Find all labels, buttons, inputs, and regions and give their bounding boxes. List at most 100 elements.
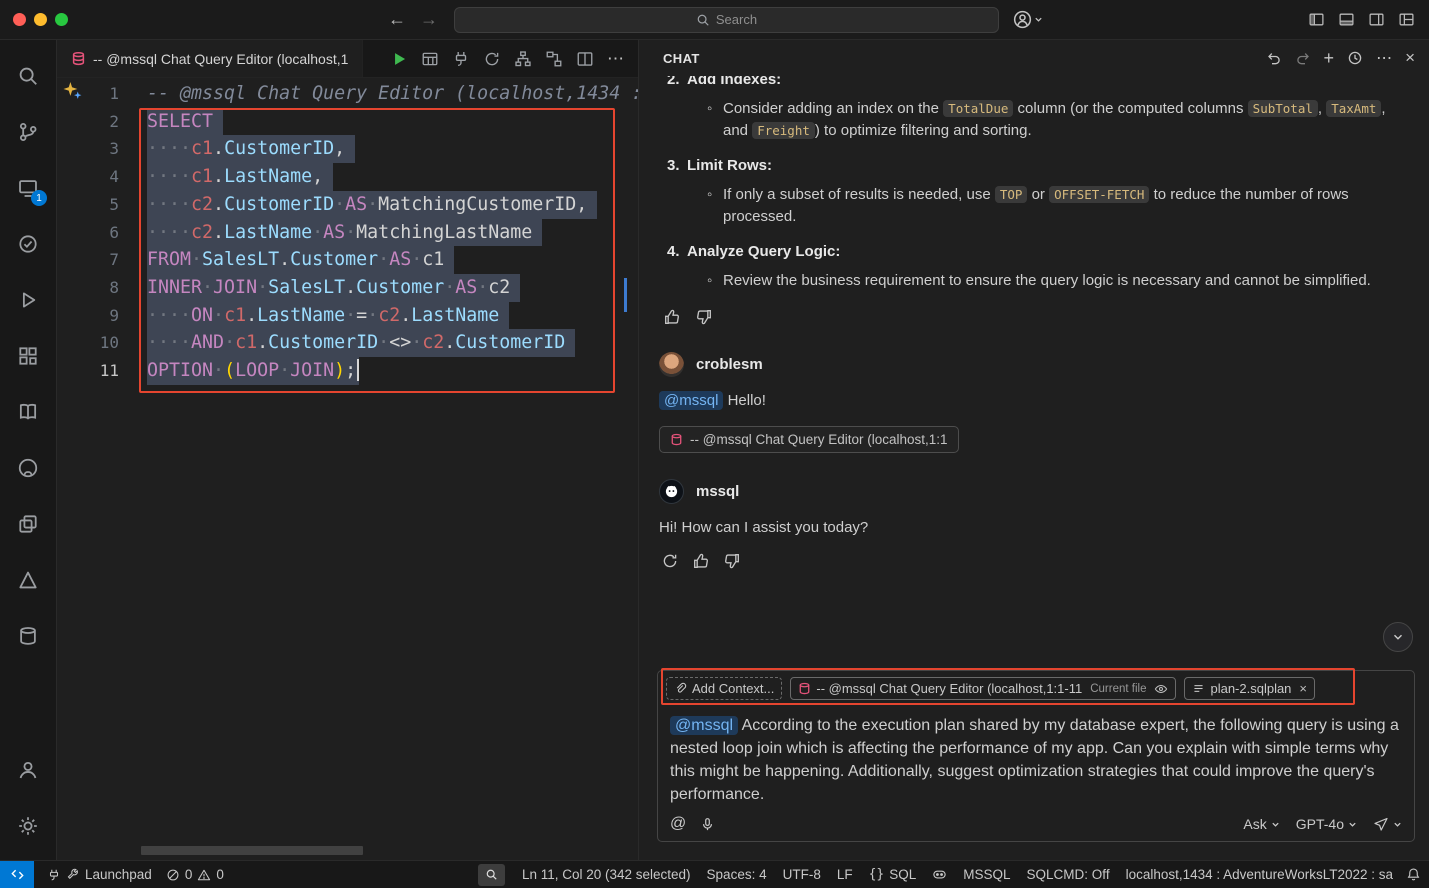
thumbs-down-icon[interactable] xyxy=(695,308,713,326)
text-cursor xyxy=(357,359,359,381)
eye-icon[interactable] xyxy=(1154,682,1168,696)
sidebar-item-source-control[interactable] xyxy=(6,110,50,154)
add-context-button[interactable]: Add Context... xyxy=(666,677,782,700)
launchpad-item[interactable]: Launchpad xyxy=(40,867,159,882)
sidebar-item-containers[interactable] xyxy=(6,502,50,546)
microphone-icon[interactable] xyxy=(700,817,715,832)
line-number[interactable]: 2 xyxy=(57,108,119,136)
connection-status-item[interactable]: localhost,1434 : AdventureWorksLT2022 : … xyxy=(1119,867,1400,882)
sidebar-item-run-debug[interactable] xyxy=(6,278,50,322)
settings-button[interactable] xyxy=(6,804,50,848)
new-chat-icon[interactable]: + xyxy=(1324,51,1335,65)
sidebar-item-github[interactable] xyxy=(6,446,50,490)
line-number[interactable]: 10 xyxy=(57,329,119,357)
thumbs-down-icon[interactable] xyxy=(723,552,741,570)
code-line[interactable]: 3····c1.CustomerID, xyxy=(57,135,638,163)
code-line[interactable]: 10····AND·c1.CustomerID·<>·c2.CustomerID xyxy=(57,329,638,357)
editor-context-chip[interactable]: -- @mssql Chat Query Editor (localhost,1… xyxy=(790,677,1176,700)
run-query-button[interactable] xyxy=(390,50,408,68)
customize-layout-icon[interactable] xyxy=(1398,11,1415,28)
toggle-primary-sidebar-icon[interactable] xyxy=(1308,11,1325,28)
command-center-search[interactable]: Search xyxy=(454,7,999,33)
line-number[interactable]: 9 xyxy=(57,302,119,330)
close-window-button[interactable] xyxy=(13,13,26,26)
schema-designer-icon[interactable] xyxy=(545,50,563,68)
redo-request-icon[interactable] xyxy=(1295,50,1311,66)
code-line[interactable]: 5····c2.CustomerID·AS·MatchingCustomerID… xyxy=(57,191,638,219)
retry-icon[interactable] xyxy=(661,552,679,570)
line-number[interactable]: 4 xyxy=(57,163,119,191)
toggle-secondary-sidebar-icon[interactable] xyxy=(1368,11,1385,28)
mention-chip[interactable]: @mssql xyxy=(659,391,723,410)
accounts-button[interactable] xyxy=(6,748,50,792)
toggle-panel-icon[interactable] xyxy=(1338,11,1355,28)
line-number[interactable]: 3 xyxy=(57,135,119,163)
sidebar-item-azure[interactable] xyxy=(6,558,50,602)
editor-vertical-scrollbar[interactable] xyxy=(624,78,638,860)
sidebar-item-remote-explorer[interactable]: 1 xyxy=(6,166,50,210)
language-mode-item[interactable]: {}SQL xyxy=(862,867,924,882)
cursor-position-item[interactable]: Ln 11, Col 20 (342 selected) xyxy=(515,867,698,882)
chat-mode-dropdown[interactable]: Ask xyxy=(1243,816,1279,832)
maximize-window-button[interactable] xyxy=(55,13,68,26)
editor-horizontal-scrollbar[interactable] xyxy=(141,846,363,855)
code-token: CustomerID xyxy=(224,194,334,215)
split-editor-icon[interactable] xyxy=(576,50,594,68)
sidebar-item-notebooks[interactable] xyxy=(6,390,50,434)
code-line[interactable]: 6····c2.LastName·AS·MatchingLastName xyxy=(57,219,638,247)
line-number[interactable]: 6 xyxy=(57,219,119,247)
code-line[interactable]: 9····ON·c1.LastName·=·c2.LastName xyxy=(57,302,638,330)
navigate-back-icon[interactable]: ← xyxy=(388,9,406,30)
navigate-forward-icon[interactable]: → xyxy=(420,9,438,30)
eol-item[interactable]: LF xyxy=(830,867,860,882)
more-actions-icon[interactable]: ⋯ xyxy=(607,49,624,69)
code-line[interactable]: 11OPTION·(LOOP·JOIN); xyxy=(57,357,638,385)
chat-more-icon[interactable]: ⋯ xyxy=(1376,48,1392,68)
thumbs-up-icon[interactable] xyxy=(663,308,681,326)
thumbs-up-icon[interactable] xyxy=(692,552,710,570)
sidebar-item-search[interactable] xyxy=(6,54,50,98)
remove-chip-icon[interactable]: × xyxy=(1299,681,1307,696)
code-line[interactable]: 7FROM·SalesLT.Customer·AS·c1 xyxy=(57,246,638,274)
sidebar-item-database-projects[interactable] xyxy=(6,614,50,658)
undo-request-icon[interactable] xyxy=(1266,50,1282,66)
remote-indicator[interactable] xyxy=(0,861,34,888)
send-button[interactable] xyxy=(1373,816,1402,832)
line-number[interactable]: 11 xyxy=(57,357,119,385)
code-line[interactable]: 1-- @mssql Chat Query Editor (localhost,… xyxy=(57,80,638,108)
chat-input-text[interactable]: @mssql According to the execution plan s… xyxy=(658,706,1414,806)
problems-item[interactable]: 0 0 xyxy=(159,867,231,882)
indentation-item[interactable]: Spaces: 4 xyxy=(700,867,774,882)
code-line[interactable]: 2SELECT xyxy=(57,108,638,136)
mssql-status-item[interactable]: MSSQL xyxy=(956,867,1017,882)
chat-history-icon[interactable] xyxy=(1347,50,1363,66)
chat-input-box[interactable]: Add Context... -- @mssql Chat Query Edit… xyxy=(657,670,1415,842)
account-menu[interactable] xyxy=(1013,10,1043,29)
chat-close-icon[interactable]: × xyxy=(1405,48,1415,68)
schema-visualize-icon[interactable] xyxy=(514,50,532,68)
code-line[interactable]: 8INNER·JOIN·SalesLT.Customer·AS·c2 xyxy=(57,274,638,302)
sqlcmd-status-item[interactable]: SQLCMD: Off xyxy=(1020,867,1117,882)
code-editor[interactable]: 1-- @mssql Chat Query Editor (localhost,… xyxy=(57,78,638,860)
minimize-window-button[interactable] xyxy=(34,13,47,26)
editor-tab[interactable]: -- @mssql Chat Query Editor (localhost,1 xyxy=(57,40,363,77)
mention-button[interactable]: @ xyxy=(670,815,686,833)
line-number[interactable]: 8 xyxy=(57,274,119,302)
copilot-status-item[interactable] xyxy=(925,867,954,882)
zoom-indicator[interactable] xyxy=(478,864,505,886)
code-line[interactable]: 4····c1.LastName, xyxy=(57,163,638,191)
estimated-plan-icon[interactable] xyxy=(483,50,501,68)
results-grid-icon[interactable] xyxy=(421,50,439,68)
sidebar-item-extensions[interactable] xyxy=(6,334,50,378)
sidebar-item-testing[interactable] xyxy=(6,222,50,266)
line-number[interactable]: 5 xyxy=(57,191,119,219)
copilot-sparkle-icon[interactable] xyxy=(62,81,83,102)
scroll-to-bottom-button[interactable] xyxy=(1383,622,1413,652)
encoding-item[interactable]: UTF-8 xyxy=(776,867,828,882)
bell-icon[interactable] xyxy=(1406,867,1421,882)
plan-file-chip[interactable]: plan-2.sqlplan × xyxy=(1184,677,1315,700)
connection-icon[interactable] xyxy=(452,50,470,68)
line-number[interactable]: 7 xyxy=(57,246,119,274)
model-picker-dropdown[interactable]: GPT-4o xyxy=(1296,816,1357,832)
message-attachment-chip[interactable]: -- @mssql Chat Query Editor (localhost,1… xyxy=(659,426,959,453)
